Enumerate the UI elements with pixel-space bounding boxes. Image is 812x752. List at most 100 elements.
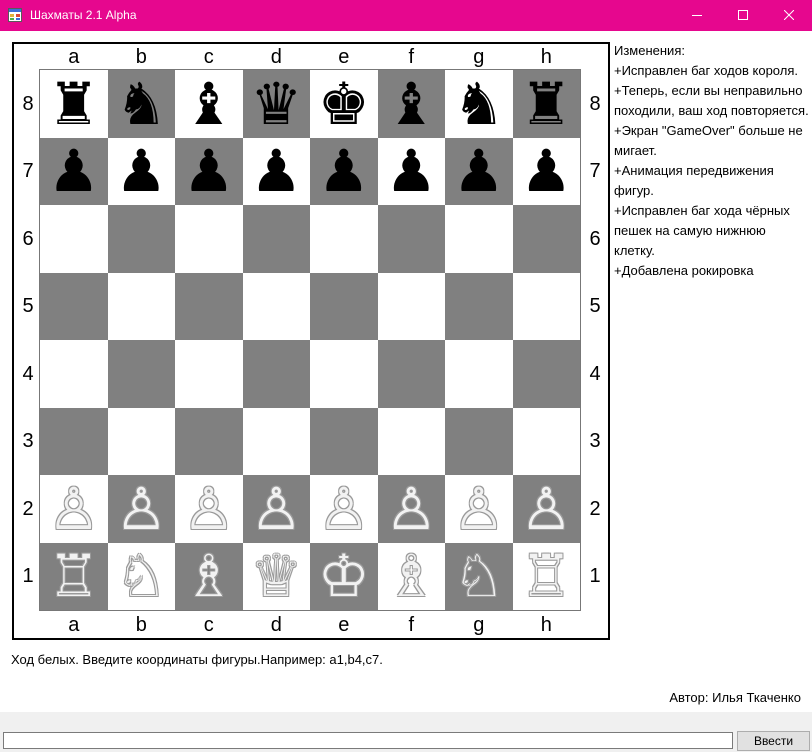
square-c1[interactable]: ♗	[175, 542, 243, 610]
square-e5[interactable]	[310, 272, 378, 340]
square-f2[interactable]: ♙	[377, 475, 445, 543]
square-d5[interactable]	[242, 272, 310, 340]
white-king-icon[interactable]: ♔	[318, 547, 370, 605]
black-bishop-icon[interactable]: ♝	[183, 75, 235, 133]
black-knight-icon[interactable]: ♞	[453, 75, 505, 133]
white-pawn-icon[interactable]: ♙	[115, 480, 167, 538]
square-a7[interactable]: ♟	[40, 137, 108, 205]
white-rook-icon[interactable]: ♖	[48, 547, 100, 605]
square-h6[interactable]	[512, 205, 580, 273]
square-h5[interactable]	[512, 272, 580, 340]
square-h4[interactable]	[512, 340, 580, 408]
square-a6[interactable]	[40, 205, 108, 273]
square-a3[interactable]	[40, 407, 108, 475]
coordinate-input[interactable]	[3, 732, 733, 749]
square-d6[interactable]	[242, 205, 310, 273]
white-pawn-icon[interactable]: ♙	[318, 480, 370, 538]
square-d1[interactable]: ♕	[242, 542, 310, 610]
black-queen-icon[interactable]: ♛	[250, 75, 302, 133]
white-pawn-icon[interactable]: ♙	[48, 480, 100, 538]
square-d3[interactable]	[242, 407, 310, 475]
square-e6[interactable]	[310, 205, 378, 273]
square-e2[interactable]: ♙	[310, 475, 378, 543]
square-a2[interactable]: ♙	[40, 475, 108, 543]
square-g4[interactable]	[445, 340, 513, 408]
square-b7[interactable]: ♟	[107, 137, 175, 205]
square-a1[interactable]: ♖	[40, 542, 108, 610]
square-g7[interactable]: ♟	[445, 137, 513, 205]
square-h2[interactable]: ♙	[512, 475, 580, 543]
black-pawn-icon[interactable]: ♟	[115, 142, 167, 200]
square-f7[interactable]: ♟	[377, 137, 445, 205]
square-c6[interactable]	[175, 205, 243, 273]
square-b1[interactable]: ♘	[107, 542, 175, 610]
white-pawn-icon[interactable]: ♙	[250, 480, 302, 538]
white-knight-icon[interactable]: ♘	[453, 547, 505, 605]
square-g5[interactable]	[445, 272, 513, 340]
square-f3[interactable]	[377, 407, 445, 475]
square-c8[interactable]: ♝	[175, 70, 243, 138]
square-d8[interactable]: ♛	[242, 70, 310, 138]
square-c3[interactable]	[175, 407, 243, 475]
square-c5[interactable]	[175, 272, 243, 340]
black-pawn-icon[interactable]: ♟	[48, 142, 100, 200]
black-bishop-icon[interactable]: ♝	[385, 75, 437, 133]
square-d2[interactable]: ♙	[242, 475, 310, 543]
square-f5[interactable]	[377, 272, 445, 340]
square-a8[interactable]: ♜	[40, 70, 108, 138]
black-rook-icon[interactable]: ♜	[520, 75, 572, 133]
square-f1[interactable]: ♗	[377, 542, 445, 610]
square-a4[interactable]	[40, 340, 108, 408]
white-knight-icon[interactable]: ♘	[115, 547, 167, 605]
square-b3[interactable]	[107, 407, 175, 475]
square-h7[interactable]: ♟	[512, 137, 580, 205]
black-rook-icon[interactable]: ♜	[48, 75, 100, 133]
white-queen-icon[interactable]: ♕	[250, 547, 302, 605]
black-pawn-icon[interactable]: ♟	[520, 142, 572, 200]
square-b8[interactable]: ♞	[107, 70, 175, 138]
square-g1[interactable]: ♘	[445, 542, 513, 610]
square-d4[interactable]	[242, 340, 310, 408]
square-d7[interactable]: ♟	[242, 137, 310, 205]
square-e4[interactable]	[310, 340, 378, 408]
square-g8[interactable]: ♞	[445, 70, 513, 138]
white-bishop-icon[interactable]: ♗	[183, 547, 235, 605]
square-a5[interactable]	[40, 272, 108, 340]
square-c7[interactable]: ♟	[175, 137, 243, 205]
square-e3[interactable]	[310, 407, 378, 475]
white-rook-icon[interactable]: ♖	[520, 547, 572, 605]
black-king-icon[interactable]: ♚	[318, 75, 370, 133]
square-c2[interactable]: ♙	[175, 475, 243, 543]
square-g6[interactable]	[445, 205, 513, 273]
black-pawn-icon[interactable]: ♟	[385, 142, 437, 200]
black-pawn-icon[interactable]: ♟	[318, 142, 370, 200]
square-b2[interactable]: ♙	[107, 475, 175, 543]
white-pawn-icon[interactable]: ♙	[520, 480, 572, 538]
square-e7[interactable]: ♟	[310, 137, 378, 205]
white-pawn-icon[interactable]: ♙	[183, 480, 235, 538]
minimize-button[interactable]	[674, 0, 720, 31]
square-e1[interactable]: ♔	[310, 542, 378, 610]
white-pawn-icon[interactable]: ♙	[385, 480, 437, 538]
square-e8[interactable]: ♚	[310, 70, 378, 138]
black-pawn-icon[interactable]: ♟	[453, 142, 505, 200]
submit-button[interactable]: Ввести	[737, 731, 810, 751]
close-button[interactable]	[766, 0, 812, 31]
black-knight-icon[interactable]: ♞	[115, 75, 167, 133]
square-h1[interactable]: ♖	[512, 542, 580, 610]
square-h8[interactable]: ♜	[512, 70, 580, 138]
square-f6[interactable]	[377, 205, 445, 273]
square-g2[interactable]: ♙	[445, 475, 513, 543]
black-pawn-icon[interactable]: ♟	[250, 142, 302, 200]
square-c4[interactable]	[175, 340, 243, 408]
white-bishop-icon[interactable]: ♗	[385, 547, 437, 605]
maximize-button[interactable]	[720, 0, 766, 31]
square-f8[interactable]: ♝	[377, 70, 445, 138]
black-pawn-icon[interactable]: ♟	[183, 142, 235, 200]
square-g3[interactable]	[445, 407, 513, 475]
square-f4[interactable]	[377, 340, 445, 408]
white-pawn-icon[interactable]: ♙	[453, 480, 505, 538]
square-h3[interactable]	[512, 407, 580, 475]
square-b6[interactable]	[107, 205, 175, 273]
square-b4[interactable]	[107, 340, 175, 408]
